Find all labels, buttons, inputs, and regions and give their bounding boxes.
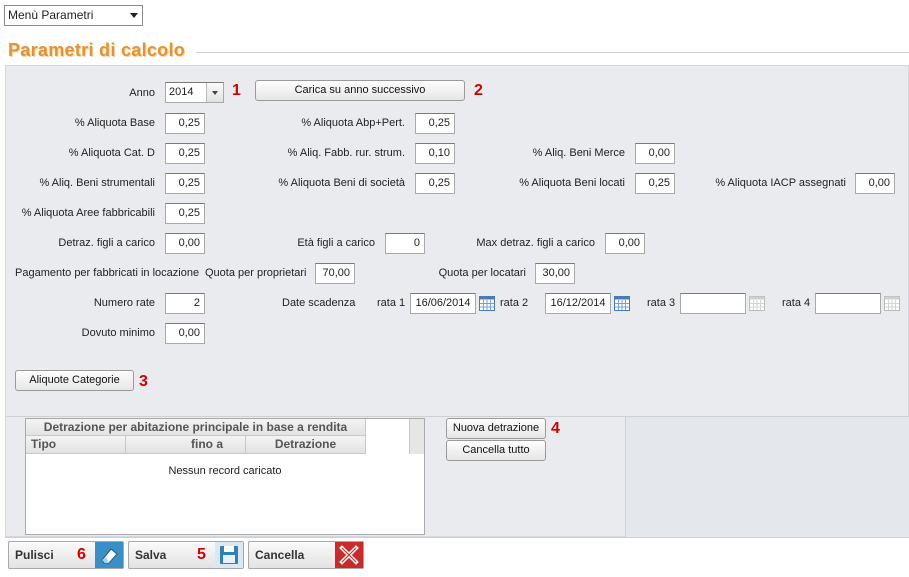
aliquota-abp-input[interactable]: 0,25 (415, 113, 455, 134)
column-header-detrazione[interactable]: Detrazione (246, 436, 366, 454)
aliquota-aree-input[interactable]: 0,25 (165, 203, 205, 224)
carica-anno-successivo-button[interactable]: Carica su anno successivo (255, 80, 465, 101)
dovuto-minimo-label: Dovuto minimo (81, 327, 155, 339)
aliquota-base-input[interactable]: 0,25 (165, 113, 205, 134)
cancella-label: Cancella (255, 548, 305, 562)
aliquota-fabb-label: % Aliq. Fabb. rur. strum. (287, 147, 405, 159)
cancella-tutto-button[interactable]: Cancella tutto (446, 440, 546, 461)
salva-button[interactable]: Salva 5 (128, 541, 244, 569)
rata3-input[interactable] (680, 293, 746, 314)
eta-figli-input[interactable]: 0 (385, 233, 425, 254)
anno-value: 2014 (169, 86, 194, 98)
chevron-down-icon (206, 83, 223, 102)
detraz-figli-label: Detraz. figli a carico (58, 237, 155, 249)
numero-rate-label: Numero rate (93, 297, 155, 309)
marker-5: 5 (197, 546, 206, 563)
grid-header: Tipo fino a Detrazione (26, 436, 366, 454)
nuova-detrazione-button[interactable]: Nuova detrazione (446, 418, 546, 439)
right-pane (625, 417, 909, 537)
grid-empty-message: Nessun record caricato (168, 465, 282, 477)
aliquota-catd-label: % Aliquota Cat. D (68, 147, 155, 159)
eta-figli-label: Età figli a carico (297, 237, 375, 249)
chevron-down-icon (130, 13, 138, 18)
aliquota-iacp-input[interactable]: 0,00 (855, 173, 895, 194)
quota-locatari-input[interactable]: 30,00 (535, 263, 575, 284)
aliquota-iacp-label: % Aliquota IACP assegnati (715, 177, 846, 189)
marker-3: 3 (139, 373, 148, 390)
aliquota-societa-label: % Aliquota Beni di società (278, 177, 405, 189)
cancella-button[interactable]: Cancella (248, 541, 364, 569)
delete-x-icon (335, 542, 363, 568)
calendar-icon-disabled[interactable] (749, 295, 765, 311)
menu-select-value: Menù Parametri (8, 8, 94, 22)
footer-divider (5, 537, 909, 538)
detraz-figli-input[interactable]: 0,00 (165, 233, 205, 254)
floppy-save-icon (215, 542, 243, 568)
max-detraz-figli-input[interactable]: 0,00 (605, 233, 645, 254)
aliquota-strumentali-label: % Aliq. Beni strumentali (39, 177, 155, 189)
aliquota-merce-input[interactable]: 0,00 (635, 143, 675, 164)
locazione-label: Pagamento per fabbricati in locazione (15, 267, 200, 279)
detrazione-grid: Detrazione per abitazione principale in … (25, 418, 425, 535)
rata4-input[interactable] (815, 293, 881, 314)
title-divider (196, 52, 909, 53)
pulisci-label: Pulisci (15, 548, 54, 562)
marker-2: 2 (474, 82, 483, 99)
grid-title: Detrazione per abitazione principale in … (26, 419, 366, 436)
numero-rate-input[interactable]: 2 (165, 293, 205, 314)
rata4-label: rata 4 (782, 297, 811, 309)
section-title: Parametri di calcolo (8, 40, 186, 60)
rata3-label: rata 3 (647, 297, 676, 309)
aliquota-locati-label: % Aliquota Beni locati (519, 177, 625, 189)
aliquota-merce-label: % Aliq. Beni Merce (532, 147, 625, 159)
calendar-icon[interactable] (479, 295, 495, 311)
calendar-icon[interactable] (614, 295, 630, 311)
aliquota-fabb-input[interactable]: 0,10 (415, 143, 455, 164)
menu-select[interactable]: Menù Parametri (4, 5, 143, 26)
aliquota-abp-label: % Aliquota Abp+Pert. (301, 117, 405, 129)
aliquote-categorie-button[interactable]: Aliquote Categorie (15, 370, 134, 391)
dovuto-minimo-input[interactable]: 0,00 (165, 323, 205, 344)
aliquota-catd-input[interactable]: 0,25 (165, 143, 205, 164)
aliquota-base-label: % Aliquota Base (74, 117, 155, 129)
grid-scrollbar[interactable] (409, 419, 424, 454)
rata2-label: rata 2 (500, 297, 529, 309)
aliquota-locati-input[interactable]: 0,25 (635, 173, 675, 194)
column-header-fino-a[interactable]: fino a (126, 436, 246, 454)
quota-proprietari-input[interactable]: 70,00 (315, 263, 355, 284)
rata1-label: rata 1 (377, 297, 406, 309)
pulisci-button[interactable]: Pulisci 6 (8, 541, 124, 569)
quota-locatari-label: Quota per locatari (438, 267, 526, 279)
marker-4: 4 (551, 420, 560, 437)
aliquota-societa-input[interactable]: 0,25 (415, 173, 455, 194)
calendar-icon-disabled[interactable] (884, 295, 900, 311)
aliquota-aree-label: % Aliquota Aree fabbricabili (21, 207, 155, 219)
column-header-tipo[interactable]: Tipo (26, 436, 126, 454)
anno-select[interactable]: 2014 (165, 82, 224, 103)
rata1-input[interactable]: 16/06/2014 (410, 293, 476, 314)
marker-1: 1 (232, 82, 241, 99)
marker-6: 6 (77, 546, 86, 563)
rata2-input[interactable]: 16/12/2014 (545, 293, 611, 314)
salva-label: Salva (135, 548, 167, 562)
aliquota-strumentali-input[interactable]: 0,25 (165, 173, 205, 194)
date-scadenza-label: Date scadenza (282, 297, 356, 309)
eraser-icon (95, 542, 123, 568)
anno-label: Anno (129, 87, 155, 99)
max-detraz-figli-label: Max detraz. figli a carico (476, 237, 595, 249)
quota-proprietari-label: Quota per proprietari (205, 267, 307, 279)
